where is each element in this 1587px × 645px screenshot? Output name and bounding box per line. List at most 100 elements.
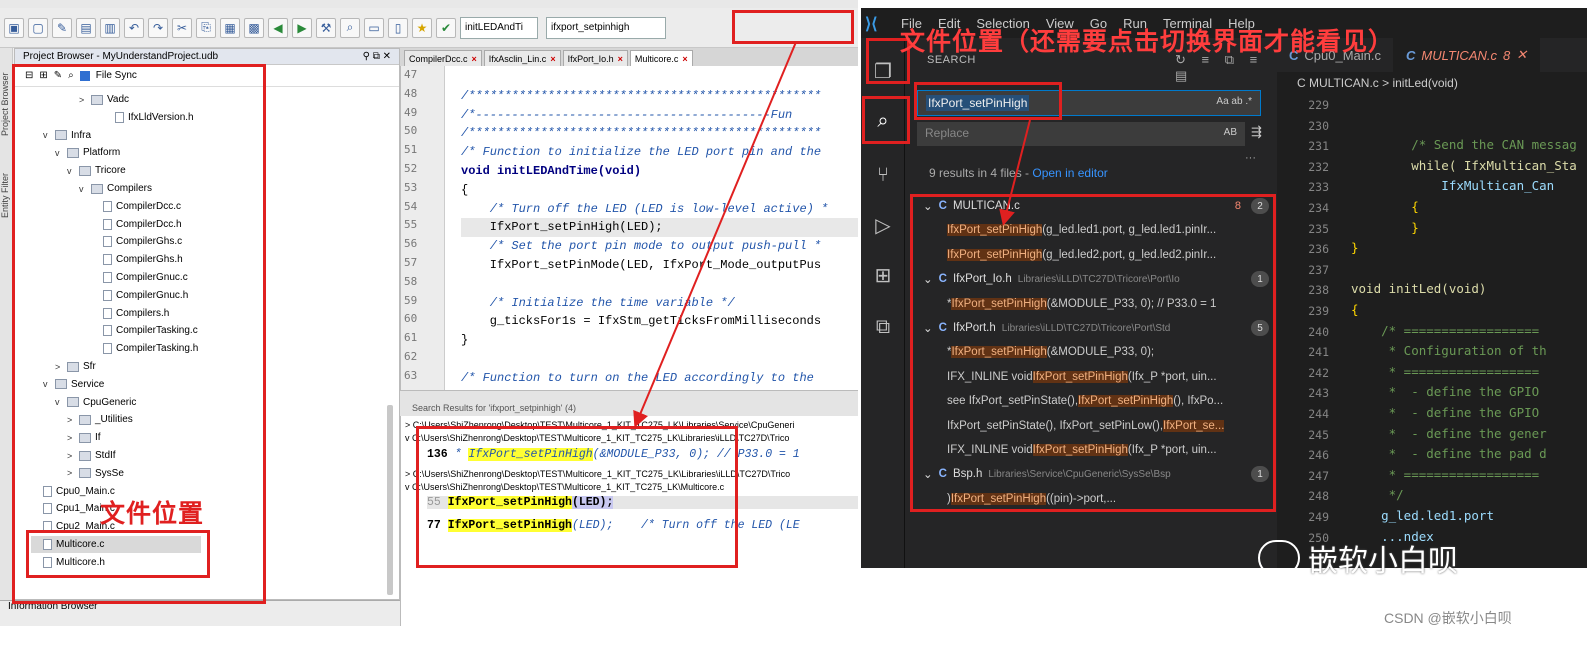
twisty-icon[interactable]: v — [55, 397, 63, 407]
open-in-editor-link[interactable]: Open in editor — [1032, 166, 1107, 180]
redo-icon[interactable]: ↷ — [148, 17, 168, 38]
splitter[interactable]: Search Results for 'ifxport_setpinhigh' … — [400, 390, 858, 416]
tree-item[interactable]: > If — [67, 429, 101, 446]
vscode-editor[interactable]: 229 230 231 /* Send the CAN messag 232 whil… — [1277, 94, 1587, 568]
twisty-icon[interactable]: > — [67, 415, 75, 425]
tree-item[interactable]: > Sfr — [55, 358, 96, 375]
result-path[interactable]: v C:\Users\ShiZhenrong\Desktop\TEST\Mult… — [405, 482, 724, 494]
menu-bar[interactable] — [0, 0, 858, 8]
result-match[interactable]: * IfxPort_setPinHigh (&MODULE_P33, 0); //… — [905, 292, 1277, 316]
edit-icon[interactable]: ✎ — [54, 70, 62, 81]
tab-ifxport-io-h[interactable]: IfxPort_Io.h × — [562, 50, 628, 66]
collapse-icon[interactable]: ⊟ — [25, 70, 33, 81]
search-combo[interactable]: ifxport_setpinhigh — [546, 16, 666, 39]
result-match[interactable]: see IfxPort_setPinState(), IfxPort_setPi… — [905, 389, 1277, 413]
close-icon[interactable]: × — [618, 54, 623, 64]
find-icon[interactable]: ⌕ — [340, 17, 360, 38]
tree-item[interactable]: Compilers.h — [91, 305, 169, 322]
tree-item[interactable]: Multicore.c — [31, 536, 201, 553]
run-debug-icon[interactable]: ▷ — [870, 212, 896, 238]
close-icon[interactable]: × — [682, 54, 687, 64]
undo-icon[interactable]: ↶ — [124, 17, 144, 38]
panel-controls[interactable]: ⚲ ⧉ ✕ — [363, 51, 391, 62]
tree-item[interactable]: CompilerTasking.h — [91, 340, 198, 357]
save-all-icon[interactable]: ▥ — [100, 17, 120, 38]
file-sync-checkbox[interactable] — [79, 70, 90, 81]
tab-compilerdcc-c[interactable]: CompilerDcc.c × — [404, 50, 482, 66]
tab-entity-filter[interactable]: Entity Filter — [0, 158, 13, 218]
explorer-icon[interactable]: ❐ — [870, 58, 896, 84]
result-file[interactable]: ⌄ C IfxPort.h Libraries\iLLD\TC27D\Tricore\… — [905, 316, 1277, 340]
forward-icon[interactable]: ▶ — [292, 17, 312, 38]
search-input[interactable]: IfxPort_setPinHigh Aa ab .* — [917, 90, 1261, 116]
back-icon[interactable]: ◀ — [268, 17, 288, 38]
code-editor[interactable]: 47 48 49 50 51 52 53 54 55 56 57 58 59 60 61 62 63 /****… — [400, 66, 858, 390]
bookmark-icon[interactable]: ★ — [412, 17, 432, 38]
twisty-icon[interactable]: > — [67, 433, 75, 443]
graph-icon[interactable]: ▩ — [244, 17, 264, 38]
result-match[interactable]: IfxPort_setPinState(), IfxPort_setPinLow… — [905, 414, 1277, 438]
tree-item[interactable]: Multicore.h — [31, 554, 105, 571]
chevron-down-icon[interactable]: ⌄ — [923, 272, 933, 286]
tab-multicore-c[interactable]: Multicore.c × — [629, 50, 693, 66]
layout-icon[interactable]: ▭ — [364, 17, 384, 38]
result-match[interactable]: IFX_INLINE void IfxPort_setPinHigh (Ifx_P… — [905, 438, 1277, 462]
tree-item[interactable]: v Infra — [43, 127, 91, 144]
save-icon[interactable]: ▤ — [76, 17, 96, 38]
chevron-down-icon[interactable]: ⌄ — [923, 467, 933, 481]
tree-item[interactable]: CompilerGhs.c — [91, 233, 182, 250]
result-line[interactable]: 77 IfxPort_setPinHigh(LED); /* Turn off … — [427, 519, 800, 532]
result-match[interactable]: IfxPort_setPinHigh (g_led.led2.port, g_le… — [905, 243, 1277, 267]
edit-icon[interactable]: ✎ — [52, 17, 72, 38]
tree-item[interactable]: IfxLldVersion.h — [103, 109, 194, 126]
tree-item[interactable]: > SysSe — [67, 465, 124, 482]
twisty-icon[interactable]: v — [67, 166, 75, 176]
replace-input[interactable]: Replace AB — [917, 122, 1245, 146]
result-file[interactable]: ⌄ C IfxPort_Io.h Libraries\iLLD\TC27D\Trico… — [905, 267, 1277, 291]
result-match[interactable]: ) IfxPort_setPinHigh ((pin)->port,... — [905, 487, 1277, 511]
result-line[interactable]: 55 IfxPort_setPinHigh(LED); — [427, 496, 858, 509]
split-icon[interactable]: ▯ — [388, 17, 408, 38]
twisty-icon[interactable]: > — [79, 95, 87, 105]
open-icon[interactable]: ▢ — [28, 17, 48, 38]
preserve-case-option[interactable]: AB — [1224, 127, 1237, 138]
result-path[interactable]: > C:\Users\ShiZhenrong\Desktop\TEST\Mult… — [405, 420, 794, 432]
tree-item[interactable]: CompilerDcc.c — [91, 198, 181, 215]
twisty-icon[interactable]: v — [55, 148, 63, 158]
close-icon[interactable]: × — [550, 54, 555, 64]
result-match[interactable]: IfxPort_setPinHigh (g_led.led1.port, g_le… — [905, 218, 1277, 242]
twisty-icon[interactable]: > — [55, 362, 63, 372]
close-icon[interactable]: × — [472, 54, 477, 64]
result-file[interactable]: ⌄ C Bsp.h Libraries\Service\CpuGeneric\SysS… — [905, 462, 1277, 486]
search-options[interactable]: Aa ab .* — [1216, 96, 1252, 107]
search-icon[interactable]: ⌕ — [68, 70, 74, 81]
twisty-icon[interactable]: v — [43, 379, 51, 389]
scrollbar[interactable] — [387, 405, 393, 595]
tree-item[interactable]: CompilerGnuc.h — [91, 287, 188, 304]
tree-item[interactable]: CompilerDcc.h — [91, 216, 182, 233]
new-icon[interactable]: ▣ — [4, 17, 24, 38]
expand-icon[interactable]: ⊞ — [39, 70, 47, 81]
tree-item[interactable]: > Vadc — [79, 91, 129, 108]
chevron-down-icon[interactable]: ⌄ — [923, 321, 933, 335]
tree-item[interactable]: v Service — [43, 376, 104, 393]
tab-ifxasclin-lin-c[interactable]: IfxAsclin_Lin.c × — [483, 50, 561, 66]
result-line[interactable]: 136 * IfxPort_setPinHigh(&MODULE_P33, 0)… — [427, 448, 800, 461]
tree-item[interactable]: v Compilers — [79, 180, 152, 197]
paste-icon[interactable]: ▦ — [220, 17, 240, 38]
tree-item[interactable]: CompilerGnuc.c — [91, 269, 188, 286]
more-icon[interactable]: ··· — [1245, 152, 1256, 164]
check-icon[interactable]: ✔ — [436, 17, 456, 38]
tab-project-browser[interactable]: Project Browser — [0, 56, 13, 136]
twisty-icon[interactable]: > — [67, 468, 75, 478]
result-path[interactable]: v C:\Users\ShiZhenrong\Desktop\TEST\Mult… — [405, 433, 789, 445]
breadcrumb[interactable]: C MULTICAN.c > initLed(void) — [1277, 72, 1587, 94]
tree-item[interactable]: v Tricore — [67, 162, 126, 179]
copy-icon[interactable]: ⎘ — [196, 17, 216, 38]
tree-item[interactable]: CompilerTasking.c — [91, 322, 198, 339]
search-icon[interactable]: ⌕ — [870, 108, 896, 134]
tree-item[interactable]: > _Utilities — [67, 411, 133, 428]
result-match[interactable]: IFX_INLINE void IfxPort_setPinHigh (Ifx_P… — [905, 365, 1277, 389]
result-file[interactable]: ⌄ C MULTICAN.c 8 2 — [905, 194, 1277, 218]
tree-item[interactable]: v CpuGeneric — [55, 394, 136, 411]
